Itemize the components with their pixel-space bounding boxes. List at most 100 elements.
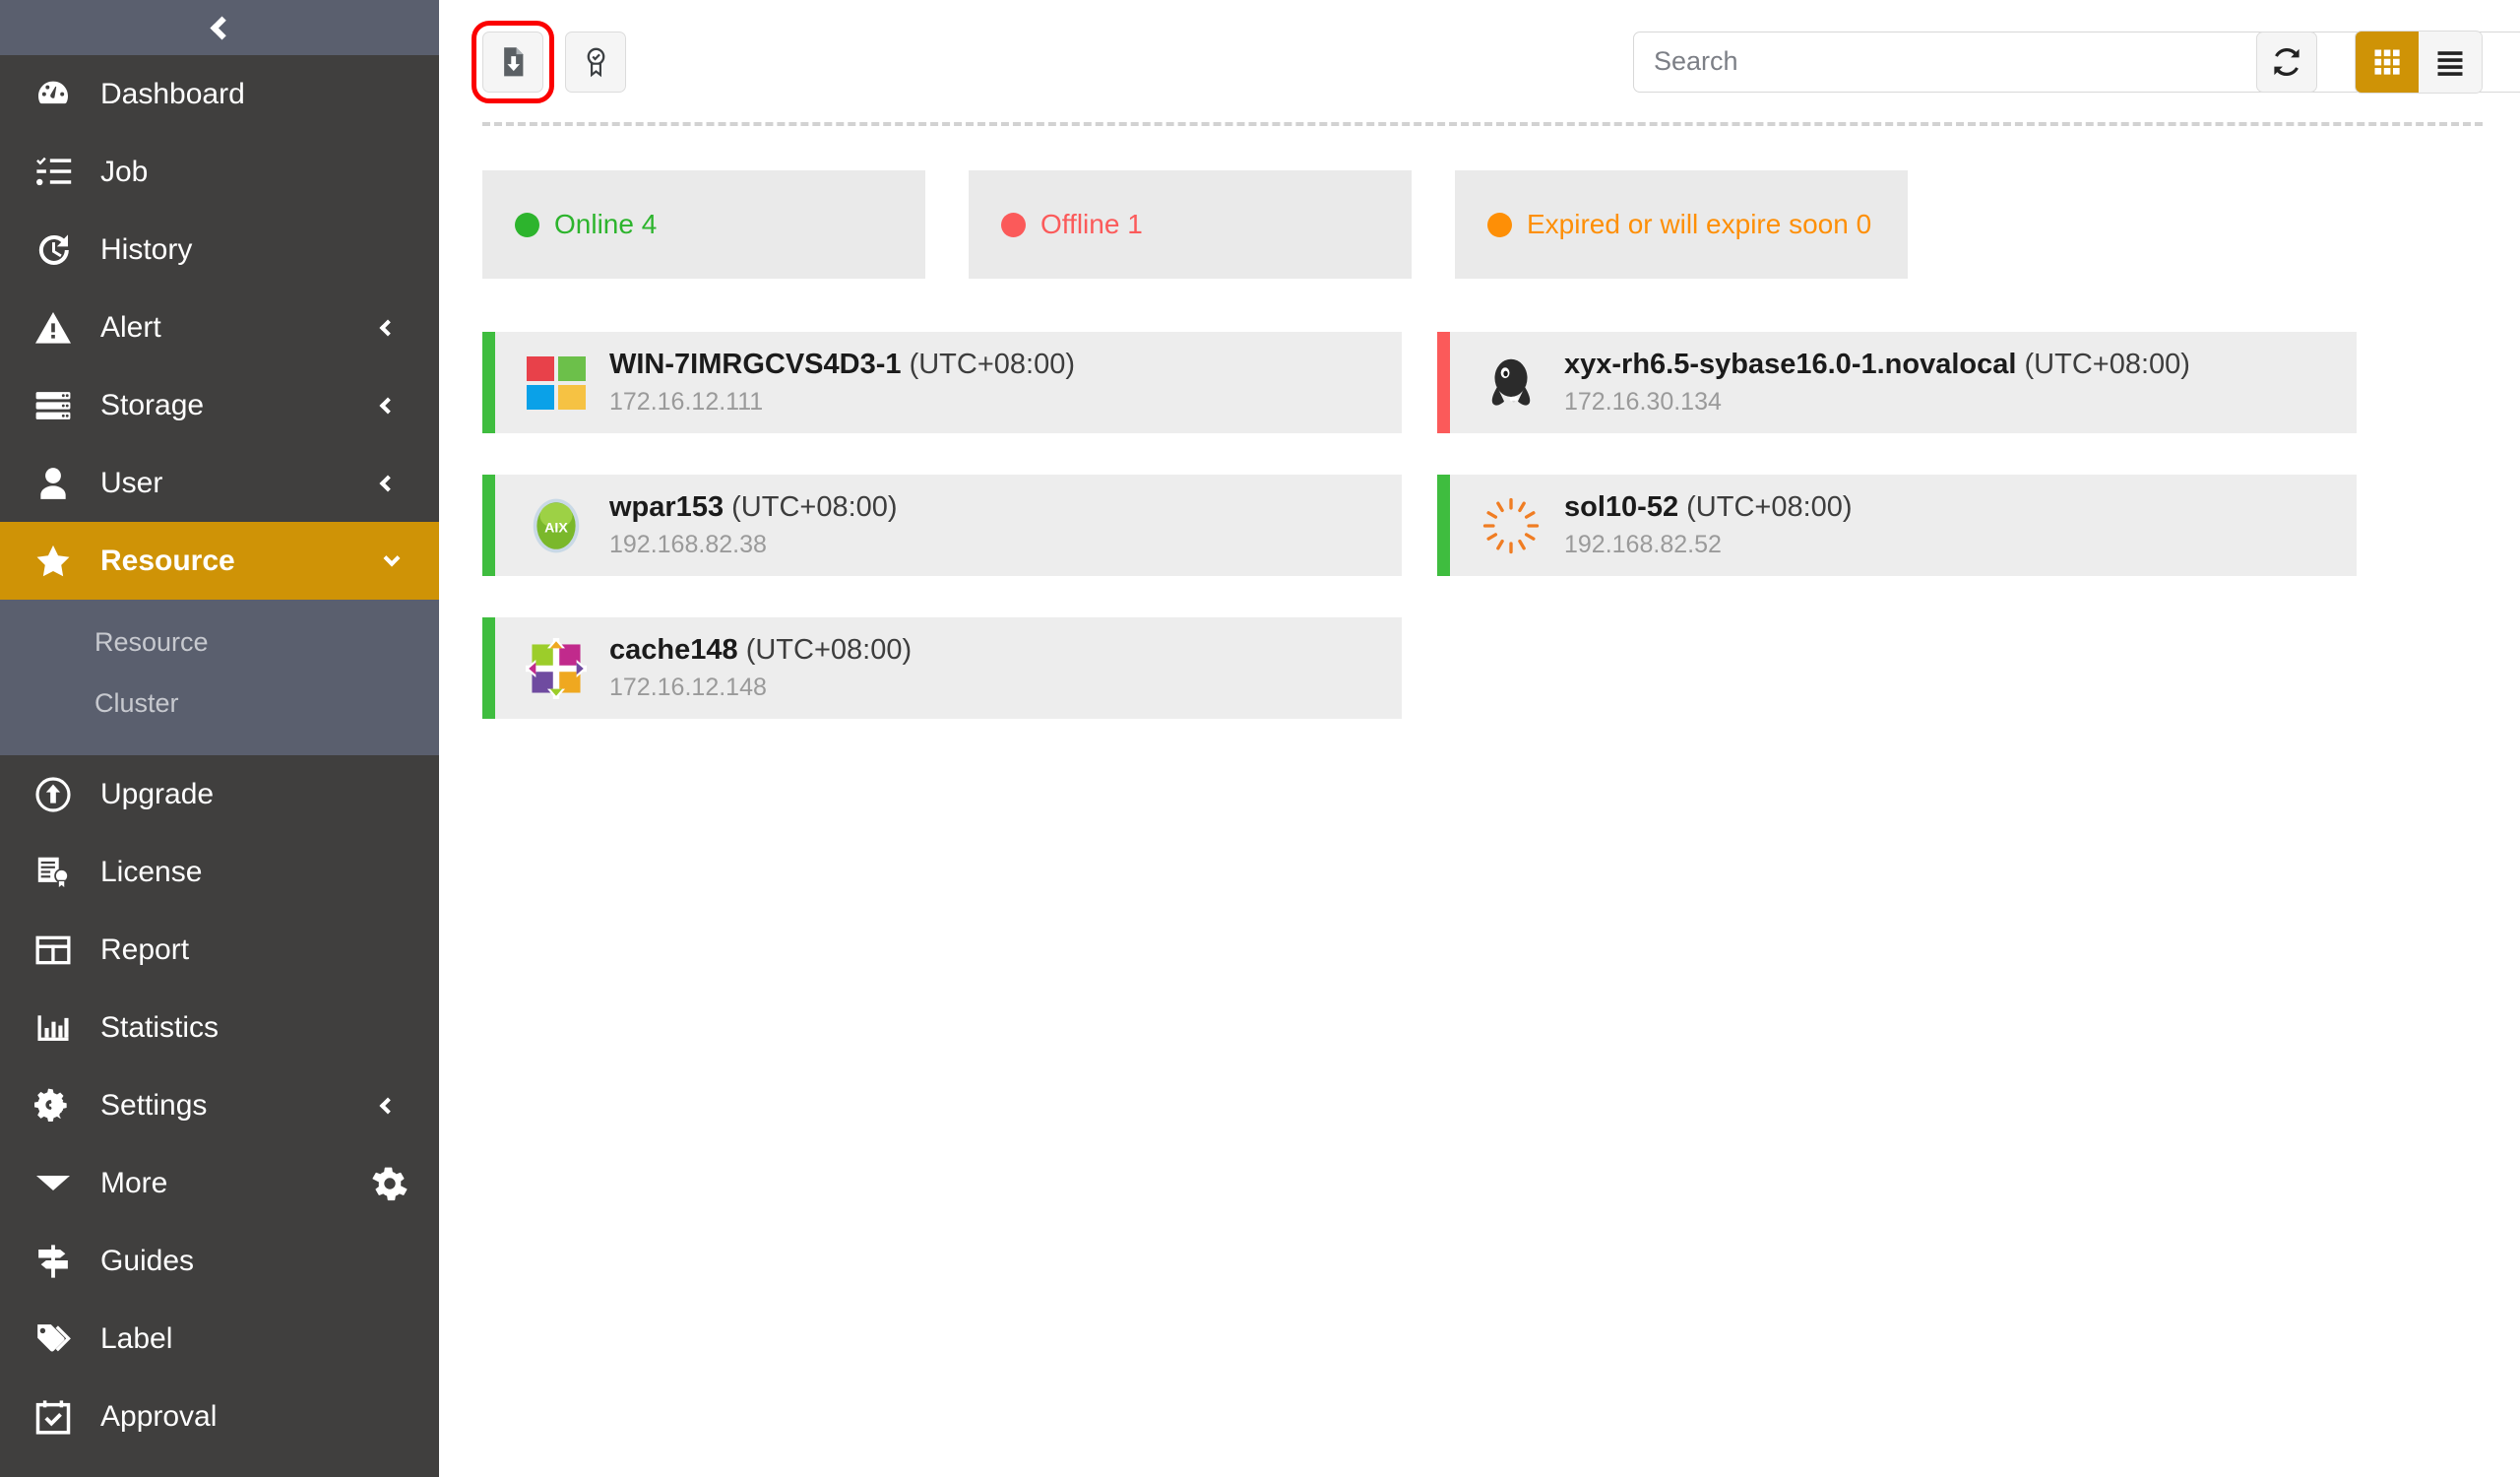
resource-timezone: (UTC+08:00) <box>1686 491 1853 523</box>
sidebar-collapse-button[interactable] <box>200 8 239 47</box>
list-icon <box>2437 50 2463 76</box>
grid-view-button[interactable] <box>2356 31 2419 93</box>
resource-timezone: (UTC+08:00) <box>731 491 898 523</box>
sidebar-item-guides[interactable]: Guides <box>0 1222 439 1300</box>
sidebar-item-label: History <box>100 232 193 266</box>
resource-ip: 192.168.82.38 <box>609 531 767 558</box>
sidebar-item-label: Report <box>100 932 190 966</box>
sidebar-item-license[interactable]: License <box>0 833 439 911</box>
gear-icon[interactable] <box>372 1166 408 1201</box>
sidebar-nav: Dashboard Job History Alert Storage User… <box>0 55 439 1477</box>
status-card-label: Offline <box>1040 209 1120 239</box>
sidebar-item-job[interactable]: Job <box>0 133 439 211</box>
app-root: Dashboard Job History Alert Storage User… <box>0 0 2520 1477</box>
toolbar-right-actions <box>2256 30 2483 94</box>
resource-ip: 172.16.30.134 <box>1564 388 1722 416</box>
sidebar-item-approval[interactable]: Approval <box>0 1378 439 1455</box>
sidebar-item-label: Dashboard <box>100 77 245 110</box>
resource-title: wpar153 (UTC+08:00) <box>609 491 898 524</box>
upgrade-arrow-up-circle-icon <box>28 775 79 814</box>
sidebar-item-report[interactable]: Report <box>0 911 439 989</box>
sidebar-item-label: Settings <box>100 1088 208 1122</box>
sidebar-item-user[interactable]: User <box>0 444 439 522</box>
sidebar-item-settings[interactable]: Settings <box>0 1066 439 1144</box>
resource-card[interactable]: WIN-7IMRGCVS4D3-1 (UTC+08:00) 172.16.12.… <box>482 332 1402 433</box>
settings-gears-icon <box>28 1086 79 1125</box>
status-card-online[interactable]: Online 4 <box>482 170 925 279</box>
sidebar-item-label: Label <box>100 1321 173 1355</box>
sidebar-item-storage[interactable]: Storage <box>0 366 439 444</box>
resource-card[interactable]: xyx-rh6.5-sybase16.0-1.novalocal (UTC+08… <box>1437 332 2357 433</box>
sidebar-item-label: Alert <box>100 310 161 344</box>
resource-ip: 172.16.12.148 <box>609 674 767 701</box>
status-dot-icon <box>1487 212 1512 237</box>
sidebar-item-label: Approval <box>100 1399 218 1433</box>
resource-card[interactable]: sol10-52 (UTC+08:00) 192.168.82.52 <box>1437 475 2357 576</box>
status-dot-icon <box>515 212 539 237</box>
chevron-left-icon <box>210 15 234 40</box>
resource-status-bar <box>1437 475 1450 576</box>
resource-status-bar <box>482 617 495 719</box>
resource-ip: 172.16.12.111 <box>609 388 764 416</box>
resource-info: xyx-rh6.5-sybase16.0-1.novalocal (UTC+08… <box>1564 349 2190 417</box>
status-card-count: 4 <box>641 209 658 239</box>
chevron-left-icon <box>379 1097 397 1114</box>
user-person-icon <box>28 465 79 502</box>
chevron-left-icon <box>379 475 397 491</box>
sidebar-item-label: Storage <box>100 388 205 421</box>
certificate-button[interactable] <box>565 31 626 93</box>
sidebar-subitem-label: Cluster <box>94 687 179 718</box>
status-card-label: Expired or will expire soon <box>1527 209 1849 239</box>
sidebar-item-label: User <box>100 466 163 499</box>
resource-card[interactable]: AIX wpar153 (UTC+08:00) 192.168.82.38 <box>482 475 1402 576</box>
sidebar-item-label: Guides <box>100 1244 195 1277</box>
status-card-offline[interactable]: Offline 1 <box>969 170 1412 279</box>
install-agent-button[interactable] <box>472 20 554 103</box>
sidebar-item-statistics[interactable]: Statistics <box>0 989 439 1066</box>
windows-os-icon <box>524 351 589 416</box>
sidebar-item-dashboard[interactable]: Dashboard <box>0 55 439 133</box>
statistics-bar-chart-icon <box>28 1009 79 1047</box>
status-summary-row: Online 4 Offline 1 Expired or will expir… <box>439 123 2520 279</box>
resource-title: sol10-52 (UTC+08:00) <box>1564 491 1853 524</box>
resource-name: wpar153 <box>609 491 724 523</box>
resource-timezone: (UTC+08:00) <box>2024 349 2190 380</box>
resource-status-bar <box>1437 332 1450 433</box>
guides-signpost-icon <box>28 1243 79 1280</box>
sidebar-item-more[interactable]: More <box>0 1144 439 1222</box>
main-content: Online 4 Offline 1 Expired or will expir… <box>439 0 2520 1477</box>
sidebar-item-history[interactable]: History <box>0 211 439 289</box>
job-checklist-icon <box>28 154 79 191</box>
sidebar-item-label: Resource <box>100 544 235 577</box>
sidebar-subitem-resource[interactable]: Resource <box>0 611 439 673</box>
report-table-icon <box>28 931 79 969</box>
list-view-button[interactable] <box>2419 31 2482 93</box>
view-toggle-group <box>2355 30 2483 94</box>
status-card-expired[interactable]: Expired or will expire soon 0 <box>1455 170 1908 279</box>
label-tag-icon <box>28 1320 79 1358</box>
resource-title: WIN-7IMRGCVS4D3-1 (UTC+08:00) <box>609 349 1075 381</box>
sidebar-item-label: Statistics <box>100 1010 220 1044</box>
resource-name: sol10-52 <box>1564 491 1679 523</box>
refresh-icon <box>2274 47 2300 76</box>
history-clock-icon <box>28 230 79 270</box>
linux-os-icon <box>1479 351 1544 416</box>
refresh-button[interactable] <box>2256 31 2317 93</box>
resource-name: cache148 <box>609 634 738 666</box>
chevron-left-icon <box>379 319 397 336</box>
svg-text:AIX: AIX <box>544 520 568 536</box>
resource-card[interactable]: cache148 (UTC+08:00) 172.16.12.148 <box>482 617 1402 719</box>
resource-info: sol10-52 (UTC+08:00) 192.168.82.52 <box>1564 491 1853 559</box>
sidebar-item-resource[interactable]: Resource <box>0 522 439 600</box>
sidebar-item-alert[interactable]: Alert <box>0 289 439 366</box>
toolbar-actions <box>472 20 626 103</box>
status-dot-icon <box>1001 212 1026 237</box>
certificate-badge-icon <box>587 47 604 78</box>
aix-os-icon: AIX <box>524 493 589 558</box>
resource-timezone: (UTC+08:00) <box>909 349 1075 380</box>
caret-down-icon <box>28 1176 79 1190</box>
sidebar-item-label[interactable]: Label <box>0 1300 439 1378</box>
sidebar-subitem-cluster[interactable]: Cluster <box>0 673 439 734</box>
status-card-count: 1 <box>1127 209 1143 239</box>
sidebar-item-upgrade[interactable]: Upgrade <box>0 755 439 833</box>
